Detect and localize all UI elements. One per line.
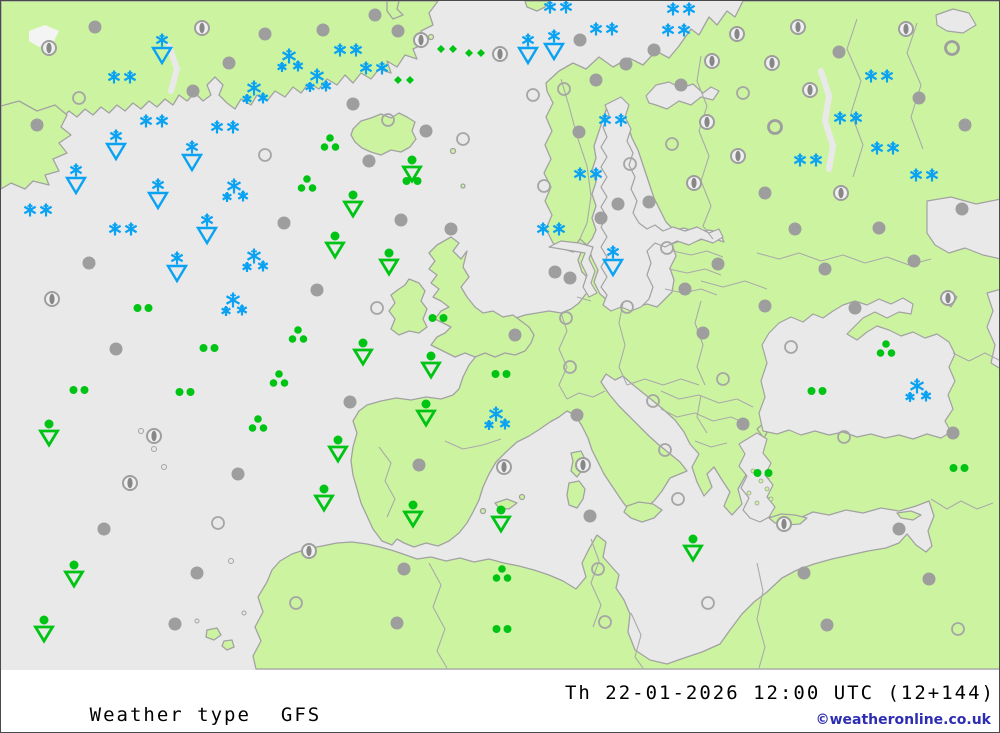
wx-overcast-symbol	[394, 213, 408, 227]
ibiza	[479, 507, 487, 515]
wx-overcast-symbol	[190, 566, 204, 580]
wx-partly-cloudy-symbol	[575, 457, 591, 473]
shetland	[449, 147, 457, 155]
wx-partly-cloudy-symbol	[790, 19, 806, 35]
wx-partly-cloudy-symbol	[413, 32, 429, 48]
copyright-link[interactable]: ©weatheronline.co.uk	[816, 712, 991, 728]
wx-overcast-symbol	[343, 395, 357, 409]
wx-overcast-symbol	[758, 299, 772, 313]
orkney	[460, 183, 466, 189]
wx-partly-cloudy-symbol	[898, 21, 914, 37]
wx-overcast-symbol	[589, 73, 603, 87]
wx-overcast-symbol	[508, 328, 522, 342]
wx-overcast-symbol	[444, 222, 458, 236]
map-region	[1, 1, 999, 670]
menorca	[518, 493, 526, 501]
wx-partly-cloudy-symbol	[833, 185, 849, 201]
wx-overcast-symbol	[316, 23, 330, 37]
wx-overcast-symbol	[346, 97, 360, 111]
wx-overcast-symbol	[231, 467, 245, 481]
map-parameter-label: Weather type GFS	[9, 682, 322, 732]
wx-overcast-symbol	[397, 562, 411, 576]
wx-partly-cloudy-symbol	[764, 55, 780, 71]
wx-overcast-symbol	[647, 43, 661, 57]
wx-partly-cloudy-symbol	[704, 53, 720, 69]
status-bar: Weather type GFS Th 22-01-2026 12:00 UTC …	[1, 670, 999, 732]
wx-overcast-symbol	[258, 27, 272, 41]
wx-partly-cloudy-symbol	[492, 46, 508, 62]
wx-partly-cloudy-symbol	[301, 543, 317, 559]
wx-partly-cloudy-symbol	[496, 459, 512, 475]
wx-overcast-symbol	[583, 509, 597, 523]
wx-partly-cloudy-symbol	[729, 26, 745, 42]
wx-overcast-symbol	[573, 33, 587, 47]
wx-overcast-symbol	[758, 186, 772, 200]
wx-overcast-symbol	[572, 125, 586, 139]
wx-overcast-symbol	[642, 195, 656, 209]
wx-partly-cloudy-symbol	[686, 175, 702, 191]
wx-partly-cloudy-symbol	[940, 290, 956, 306]
valid-time-label: Th 22-01-2026 12:00 UTC (12+144)	[564, 682, 995, 704]
wx-partly-cloudy-symbol	[776, 516, 792, 532]
wx-overcast-symbol	[797, 566, 811, 580]
wx-partly-cloudy-symbol	[699, 114, 715, 130]
wx-overcast-symbol	[892, 522, 906, 536]
wx-overcast-symbol	[946, 426, 960, 440]
europe-weather-map	[1, 1, 999, 670]
wx-overcast-symbol	[736, 417, 750, 431]
wx-overcast-symbol	[674, 78, 688, 92]
wx-overcast-symbol	[186, 84, 200, 98]
wx-partly-cloudy-symbol	[802, 82, 818, 98]
wx-partly-cloudy-symbol	[122, 475, 138, 491]
wx-overcast-symbol	[82, 256, 96, 270]
wx-overcast-symbol	[310, 283, 324, 297]
wx-overcast-symbol	[922, 572, 936, 586]
wx-overcast-symbol	[955, 202, 969, 216]
wx-overcast-symbol	[368, 8, 382, 22]
wx-overcast-symbol	[711, 257, 725, 271]
wx-overcast-symbol	[788, 222, 802, 236]
wx-overcast-symbol	[109, 342, 123, 356]
wx-overcast-symbol	[222, 56, 236, 70]
wx-partly-cloudy-symbol	[41, 40, 57, 56]
wx-overcast-symbol	[563, 271, 577, 285]
wx-overcast-symbol	[820, 618, 834, 632]
wx-overcast-symbol	[168, 617, 182, 631]
wx-overcast-symbol	[818, 262, 832, 276]
wx-overcast-symbol	[594, 211, 608, 225]
wx-overcast-symbol	[678, 282, 692, 296]
wx-partly-cloudy-symbol	[730, 148, 746, 164]
wx-overcast-symbol	[419, 124, 433, 138]
wx-overcast-symbol	[696, 326, 710, 340]
wx-overcast-symbol	[548, 265, 562, 279]
wx-partly-cloudy-symbol	[44, 291, 60, 307]
wx-overcast-symbol	[611, 197, 625, 211]
wx-overcast-symbol	[362, 154, 376, 168]
wx-partly-cloudy-symbol	[146, 428, 162, 444]
wx-overcast-symbol	[391, 24, 405, 38]
wx-overcast-symbol	[390, 616, 404, 630]
wx-overcast-symbol	[958, 118, 972, 132]
wx-overcast-symbol	[848, 301, 862, 315]
wx-overcast-symbol	[88, 20, 102, 34]
wx-overcast-symbol	[97, 522, 111, 536]
wx-overcast-symbol	[872, 221, 886, 235]
weather-map-page: Weather type GFS Th 22-01-2026 12:00 UTC …	[0, 0, 1000, 733]
wx-overcast-symbol	[277, 216, 291, 230]
faroe	[427, 33, 435, 41]
wx-overcast-symbol	[912, 91, 926, 105]
parameter-name: Weather type	[89, 704, 251, 726]
wx-partly-cloudy-symbol	[194, 20, 210, 36]
wx-overcast-symbol	[907, 254, 921, 268]
wx-overcast-symbol	[832, 45, 846, 59]
wx-overcast-symbol	[570, 408, 584, 422]
wx-overcast-symbol	[619, 57, 633, 71]
wx-overcast-symbol	[412, 458, 426, 472]
wx-overcast-symbol	[30, 118, 44, 132]
model-name: GFS	[280, 704, 322, 726]
